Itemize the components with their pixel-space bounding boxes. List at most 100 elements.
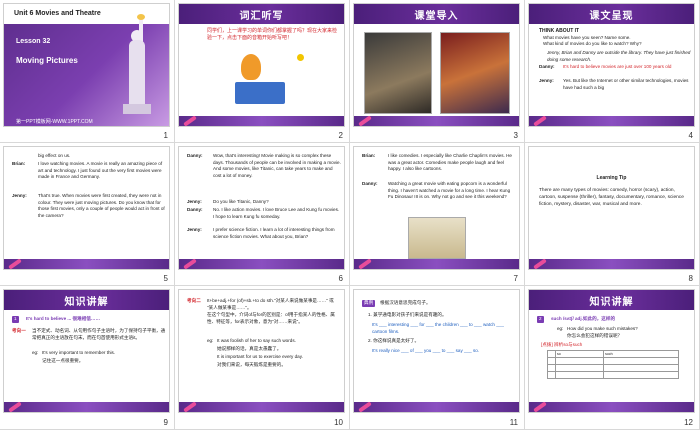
danny-line-1: Wow, that's interesting! Movie making is…	[213, 153, 341, 178]
header-title: 课文呈现	[589, 11, 634, 22]
table-header-such: such	[603, 350, 679, 358]
slide-header: 知识讲解	[529, 290, 694, 310]
brian-line: I love watching movies. A movie is reall…	[38, 161, 163, 180]
speaker-jenny: Jenny:	[187, 199, 202, 204]
slide-thumb-5[interactable]: big effect on us. Brian: I love watching…	[0, 143, 175, 286]
exam-point-label: 考向二	[187, 298, 201, 303]
learning-tip-title: Learning Tip	[596, 175, 627, 181]
slide-9-card[interactable]: 知识讲解 1 It's hard to believe ... 很难相信…… 考…	[3, 289, 170, 413]
question-2: What kind of movies do you like to watch…	[543, 41, 642, 46]
speaker-brian: Brian:	[12, 161, 26, 166]
example-translation: 你怎么会犯这样的错误呢？	[567, 333, 623, 338]
slide-number: 12	[684, 418, 693, 427]
slide-1-card[interactable]: Unit 6 Movies and Theatre Lesson 32 Movi…	[3, 3, 170, 127]
slide-thumb-1[interactable]: Unit 6 Movies and Theatre Lesson 32 Movi…	[0, 0, 175, 143]
slide-thumb-3[interactable]: 课堂导入 3	[350, 0, 525, 143]
point-number: 1	[12, 316, 19, 323]
slide-7-card[interactable]: Brian: I like comedies. I especially lik…	[353, 146, 520, 270]
slide-thumb-4[interactable]: 课文呈现 THINK ABOUT IT What movies have you…	[525, 0, 700, 143]
point-number: 2	[537, 316, 544, 323]
speaker-danny: Danny:	[187, 207, 203, 212]
slide-thumb-7[interactable]: Brian: I like comedies. I especially lik…	[350, 143, 525, 286]
passage-intro: Jenny, Brian and Danny are outside the l…	[547, 50, 691, 62]
answer-2: It's really nice ___ of ___ you ___ to _…	[372, 348, 480, 353]
slide-11-card[interactable]: 典例 根据汉语意思完成句子。 1. 兼学通电影对孩子们来说是有趣的。 It's …	[353, 289, 520, 413]
slide-thumb-6[interactable]: Danny: Wow, that's interesting! Movie ma…	[175, 143, 350, 286]
example-sentence: How did you make such mistakes?	[567, 326, 638, 331]
dictation-instruction: 同学们，上一课学习的单词你们都掌握了吗？现在大家来检验一下，点击下面的音箱开始听…	[207, 28, 338, 41]
learning-tip-text: There are many types of movies: comedy, …	[539, 188, 684, 207]
slide-number: 9	[163, 418, 168, 427]
compare-note: [点拨] 辨析so与such	[541, 342, 583, 347]
speaker-icon[interactable]	[297, 54, 304, 61]
slide-4-card[interactable]: 课文呈现 THINK ABOUT IT What movies have you…	[528, 3, 695, 127]
slide-header: 课堂导入	[354, 4, 519, 24]
slide-8-card[interactable]: Learning Tip There are many types of mov…	[528, 146, 695, 270]
slide-number: 1	[163, 131, 168, 140]
slide-number: 5	[163, 274, 168, 283]
lesson-label: Lesson 32	[16, 38, 51, 45]
example-tag: 典例	[362, 300, 376, 307]
danny-line: It's hard to believe movies are just ove…	[563, 64, 672, 69]
slide-thumb-10[interactable]: 考向二 It+be+adj.+for (of)+sb.+to do sth."对…	[175, 286, 350, 430]
slide-thumb-2[interactable]: 词汇听写 同学们，上一课学习的单词你们都掌握了吗？现在大家来检验一下，点击下面的…	[175, 0, 350, 143]
key-phrase: It's hard to believe ... 很难相信……	[26, 316, 101, 321]
slide-3-card[interactable]: 课堂导入	[353, 3, 520, 127]
eg-label: eg:	[32, 350, 39, 355]
so-such-comparison-table: so such	[547, 350, 679, 379]
movie-poster-image	[440, 32, 510, 114]
slide-number: 2	[338, 131, 343, 140]
table-header-so: so	[554, 350, 605, 358]
slide-6-card[interactable]: Danny: Wow, that's interesting! Movie ma…	[178, 146, 345, 270]
slide-5-card[interactable]: big effect on us. Brian: I love watching…	[3, 146, 170, 270]
exercise-instruction: 根据汉语意思完成句子。	[380, 300, 431, 305]
question-1: 1. 兼学通电影对孩子们来说是有趣的。	[368, 312, 447, 317]
jenny-line: Yes. But like the Internet or other simi…	[563, 78, 689, 90]
answer-1: It's ___ interesting ___ for ___ the chi…	[372, 322, 504, 334]
danny-line-2: No. I like action movies. I love Bruce L…	[213, 207, 340, 219]
example-sentence-1: It was foolish of her to say such words.	[217, 338, 296, 343]
slide-header: 课文呈现	[529, 4, 694, 24]
slide-2-card[interactable]: 词汇听写 同学们，上一课学习的单词你们都掌握了吗？现在大家来检验一下，点击下面的…	[178, 3, 345, 127]
slide-number: 8	[688, 274, 693, 283]
desk-computer-image	[235, 82, 285, 104]
exam-pattern: It+be+adj.+for (of)+sb.+to do sth."对某人来说…	[207, 298, 334, 310]
movie-poster-image	[364, 32, 432, 114]
header-title: 词汇听写	[239, 11, 284, 22]
speaker-brian: Brian:	[362, 153, 376, 158]
statue-of-liberty-image	[117, 14, 157, 114]
speaker-danny: Danny:	[187, 153, 203, 158]
slide-header: 词汇听写	[179, 4, 344, 24]
slide-thumb-9[interactable]: 知识讲解 1 It's hard to believe ... 很难相信…… 考…	[0, 286, 175, 430]
slide-number: 3	[513, 131, 518, 140]
key-phrase: such /sʌtʃ/ adj.如此的，这样的	[551, 316, 616, 321]
slide-10-card[interactable]: 考向二 It+be+adj.+for (of)+sb.+to do sth."对…	[178, 289, 345, 413]
header-title: 知识讲解	[589, 297, 634, 308]
danny-line: Watching a great movie with eating popco…	[388, 181, 511, 200]
header-title: 课堂导入	[414, 11, 459, 22]
slide-thumb-8[interactable]: Learning Tip There are many types of mov…	[525, 143, 700, 286]
jenny-line-2: I prefer science fiction. I learn a lot …	[213, 227, 335, 239]
slide-12-card[interactable]: 知识讲解 2 such /sʌtʃ/ adj.如此的，这样的 eg: How d…	[528, 289, 695, 413]
slide-number: 4	[688, 131, 693, 140]
slide-number: 6	[338, 274, 343, 283]
slide-thumbnail-grid: Unit 6 Movies and Theatre Lesson 32 Movi…	[0, 0, 700, 430]
unit-title: Unit 6 Movies and Theatre	[14, 10, 101, 17]
brian-line: I like comedies. I especially like Charl…	[388, 153, 512, 172]
example-translation-2: 对我们来说，每天锻炼是重要的。	[217, 362, 286, 367]
slide-thumb-12[interactable]: 知识讲解 2 such /sʌtʃ/ adj.如此的，这样的 eg: How d…	[525, 286, 700, 430]
speaker-jenny: Jenny:	[539, 78, 554, 83]
slide-thumb-11[interactable]: 典例 根据汉语意思完成句子。 1. 兼学通电影对孩子们来说是有趣的。 It's …	[350, 286, 525, 430]
example-sentence: It's very important to remember this.	[42, 350, 116, 355]
example-sentence-2: It is important for us to exercise every…	[217, 354, 303, 359]
exam-explanation: 在这个句型中，介词of与for的区别是：of用于指某人的性格、属性、特征等，fo…	[207, 312, 335, 324]
speaker-jenny: Jenny:	[12, 193, 27, 198]
continued-line: big effect on us.	[38, 153, 71, 158]
lesson-title: Moving Pictures	[16, 56, 78, 65]
cartoon-character-image	[241, 54, 261, 80]
slide-number: 11	[509, 418, 518, 427]
question-2: 2. 你这样说真是太好了。	[368, 338, 420, 343]
example-translation-1: 她说那样的话，真是太愚蠢了。	[217, 346, 282, 351]
slide-number: 10	[334, 418, 343, 427]
jenny-line: That's true. When movies were first crea…	[38, 193, 165, 218]
